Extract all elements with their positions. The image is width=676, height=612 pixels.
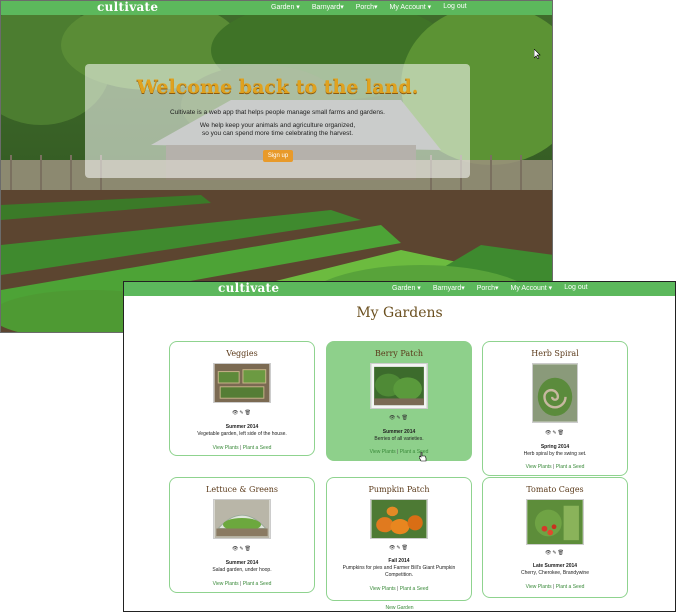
card-action-icons[interactable]: 👁✎🗑 (327, 545, 471, 551)
garden-description: Cherry, Cherokee, Brandywine (521, 570, 589, 576)
view-plants-link[interactable]: View Plants (370, 449, 396, 455)
plant-seed-link[interactable]: Plant a Seed (400, 586, 429, 592)
garden-links: View Plants | Plant a Seed (212, 445, 272, 451)
hero-panel: Welcome back to the land. Cultivate is a… (85, 64, 470, 178)
plant-seed-link[interactable]: Plant a Seed (556, 464, 585, 470)
view-plants-link[interactable]: View Plants (526, 584, 552, 590)
hand-cursor-icon (419, 452, 427, 462)
brand-logo[interactable]: cultivate (218, 282, 279, 295)
garden-links: View Plants | Plant a Seed (525, 584, 585, 590)
new-garden-link[interactable]: New Garden (124, 605, 675, 611)
nav-barnyard[interactable]: Barnyard▾ (312, 3, 344, 11)
garden-card-veggies[interactable]: Veggies 👁✎🗑 Summer 2014 Vegetable garden… (169, 341, 315, 456)
nav-menu: Garden ▾ Barnyard▾ Porch▾ My Account ▾ L… (392, 284, 588, 292)
card-action-icons[interactable]: 👁✎🗑 (170, 546, 314, 552)
garden-thumbnail[interactable] (213, 363, 271, 403)
hero-line-1: Cultivate is a web app that helps people… (170, 109, 385, 116)
view-plants-link[interactable]: View Plants (370, 586, 396, 592)
garden-card-berry-patch[interactable]: Berry Patch 👁✎🗑 Summer 2014 Berries of a… (326, 341, 472, 462)
navbar: cultivate Garden ▾ Barnyard▾ Porch▾ My A… (1, 1, 552, 15)
plant-seed-link[interactable]: Plant a Seed (556, 584, 585, 590)
hero-line-2: We help keep your animals and agricultur… (199, 122, 356, 129)
garden-card-lettuce-greens[interactable]: Lettuce & Greens 👁✎🗑 Summer 2014 Salad g… (169, 477, 315, 593)
card-action-icons[interactable]: 👁✎🗑 (483, 430, 627, 436)
garden-season: Spring 2014 (540, 444, 570, 450)
nav-porch[interactable]: Porch▾ (356, 3, 378, 11)
plant-seed-link[interactable]: Plant a Seed (243, 581, 272, 587)
my-gardens-screenshot: cultivate Garden ▾ Barnyard▾ Porch▾ My A… (123, 281, 676, 612)
garden-links: View Plants | Plant a Seed (369, 449, 429, 455)
nav-my-account[interactable]: My Account ▾ (390, 3, 432, 11)
garden-description: Herb spiral by the swing set. (523, 451, 587, 457)
mouse-cursor-icon (534, 49, 541, 59)
garden-thumbnail[interactable] (213, 499, 271, 539)
garden-name: Pumpkin Patch (368, 485, 430, 494)
garden-card-tomato-cages[interactable]: Tomato Cages 👁✎🗑 Late Summer 2014 Cherry… (482, 477, 628, 598)
garden-thumbnail[interactable] (370, 363, 428, 409)
garden-season: Summer 2014 (225, 424, 259, 430)
card-action-icons[interactable]: 👁✎🗑 (170, 410, 314, 416)
nav-garden[interactable]: Garden ▾ (271, 3, 300, 11)
garden-name: Lettuce & Greens (206, 485, 278, 494)
garden-name: Veggies (226, 349, 258, 358)
view-plants-link[interactable]: View Plants (213, 581, 239, 587)
signup-button[interactable]: Sign up (263, 150, 293, 162)
garden-links: View Plants | Plant a Seed (525, 464, 585, 470)
garden-description: Pumpkins for pies and Farmer Bill's Gian… (342, 565, 456, 578)
garden-description: Vegetable garden, left side of the house… (197, 431, 287, 437)
nav-barnyard[interactable]: Barnyard▾ (433, 284, 465, 292)
nav-menu: Garden ▾ Barnyard▾ Porch▾ My Account ▾ L… (271, 3, 467, 11)
garden-thumbnail[interactable] (526, 499, 584, 545)
garden-description: Salad garden, under hoop. (212, 567, 272, 573)
garden-thumbnail[interactable] (370, 499, 428, 539)
garden-name: Berry Patch (375, 349, 423, 358)
hero-line-3: so you can spend more time celebrating t… (201, 130, 354, 137)
garden-name: Herb Spiral (531, 349, 579, 358)
nav-garden[interactable]: Garden ▾ (392, 284, 421, 292)
garden-description: Berries of all varieties. (374, 436, 424, 442)
garden-season: Fall 2014 (388, 558, 410, 564)
hero-title: Welcome back to the land. (136, 76, 419, 98)
garden-links: View Plants | Plant a Seed (369, 586, 429, 592)
nav-my-account[interactable]: My Account ▾ (511, 284, 553, 292)
view-plants-link[interactable]: View Plants (526, 464, 552, 470)
brand-logo[interactable]: cultivate (97, 1, 158, 14)
garden-card-herb-spiral[interactable]: Herb Spiral 👁✎🗑 Spring 2014 Herb spiral … (482, 341, 628, 476)
navbar: cultivate Garden ▾ Barnyard▾ Porch▾ My A… (124, 282, 675, 296)
garden-thumbnail[interactable] (532, 363, 578, 423)
card-action-icons[interactable]: 👁✎🗑 (327, 415, 471, 421)
plant-seed-link[interactable]: Plant a Seed (243, 445, 272, 451)
page-title: My Gardens (356, 305, 443, 321)
garden-season: Summer 2014 (225, 560, 259, 566)
nav-porch[interactable]: Porch▾ (477, 284, 499, 292)
nav-log-out[interactable]: Log out (564, 284, 587, 292)
garden-links: View Plants | Plant a Seed (212, 581, 272, 587)
nav-log-out[interactable]: Log out (443, 3, 466, 11)
card-action-icons[interactable]: 👁✎🗑 (483, 550, 627, 556)
view-plants-link[interactable]: View Plants (213, 445, 239, 451)
garden-season: Late Summer 2014 (532, 563, 578, 569)
garden-name: Tomato Cages (526, 485, 584, 494)
garden-season: Summer 2014 (382, 429, 416, 435)
garden-card-pumpkin-patch[interactable]: Pumpkin Patch 👁✎🗑 Fall 2014 Pumpkins for… (326, 477, 472, 601)
